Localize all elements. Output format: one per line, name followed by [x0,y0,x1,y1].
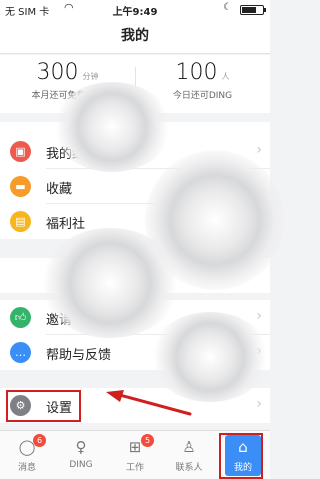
annotation-arrow-icon [106,390,192,416]
menu-item-label: 帮助与反馈 [46,348,112,363]
ding-remaining-stat[interactable]: 100 人 今日还可DING [135,55,270,113]
red-envelope-icon: ▣ [10,141,31,162]
tab-bar: ◯ 6 消息 ♀ DING ⊞ 5 工作 ♙ 联系人 ⌂ 我的 [0,430,270,479]
thumbs-up-icon: 👍︎ [10,307,31,328]
tab-label: 联系人 [175,463,203,473]
tab-contacts[interactable]: ♙ 联系人 [162,431,216,479]
ding-remaining-value: 100 [175,60,218,85]
chevron-right-icon: › [256,396,262,412]
status-bar: 无 SIM 卡 ◠ 上午9:49 ☾ [0,0,270,18]
free-call-minutes-unit: 分钟 [82,72,99,81]
chevron-right-icon: › [256,212,262,228]
tab-label: 消息 [17,463,36,473]
ding-remaining-unit: 人 [221,72,230,81]
free-call-minutes-stat[interactable]: 300 分钟 本月还可免费拨打 [0,55,135,113]
battery-icon [240,5,266,15]
menu-item-help-feedback[interactable]: … 帮助与反馈 › [0,335,270,370]
mine-tab-highlight-box [219,433,263,479]
menu-item-welfare[interactable]: ▤ 福利社 › [0,204,270,239]
chevron-right-icon: › [256,142,262,158]
message-icon: ◯ 6 [16,434,46,458]
menu-group-social: 👍︎ 邀请 › … 帮助与反馈 › [0,300,270,370]
chat-bubble-icon: … [10,342,31,363]
chevron-right-icon: › [256,308,262,324]
favorites-icon: ▬ [10,176,31,197]
menu-item-red-envelope[interactable]: ▣ 我的红包 › [0,134,270,169]
contacts-icon: ♙ [182,438,196,456]
menu-item-favorites[interactable]: ▬ 收藏 › [0,169,270,204]
stats-panel: 300 分钟 本月还可免费拨打 100 人 今日还可DING [0,55,270,113]
menu-item-label: 邀请 [46,313,73,328]
ding-remaining-label: 今日还可DING [172,91,233,101]
menu-item-label: 收藏 [46,182,73,197]
blurred-banner [0,122,270,134]
page-title: 我的 [121,28,149,44]
free-call-minutes-value: 300 [36,60,79,85]
moon-icon: ☾ [223,2,232,13]
menu-group-wallet: ▣ 我的红包 › ▬ 收藏 › ▤ 福利社 › [0,134,270,239]
tab-label: DING [69,460,93,470]
tab-label: 工作 [125,463,144,473]
tab-work[interactable]: ⊞ 5 工作 [108,431,162,479]
nav-bar: 我的 [0,18,270,54]
welfare-ticket-icon: ▤ [10,211,31,232]
tab-messages[interactable]: ◯ 6 消息 [0,431,54,479]
chevron-right-icon: › [256,343,262,359]
ding-icon: ♀ [75,438,87,456]
work-grid-icon: ⊞ 5 [124,434,154,458]
menu-item-label: 我的红包 [46,147,99,162]
free-call-minutes-label: 本月还可免费拨打 [31,91,104,101]
menu-item-invite[interactable]: 👍︎ 邀请 › [0,300,270,335]
work-badge: 5 [141,434,154,447]
chevron-right-icon: › [256,177,262,193]
settings-highlight-box [6,390,81,422]
tab-ding[interactable]: ♀ DING [54,431,108,479]
unread-badge: 6 [33,434,46,447]
menu-item-label: 福利社 [46,217,86,232]
blurred-menu-item [0,258,270,293]
